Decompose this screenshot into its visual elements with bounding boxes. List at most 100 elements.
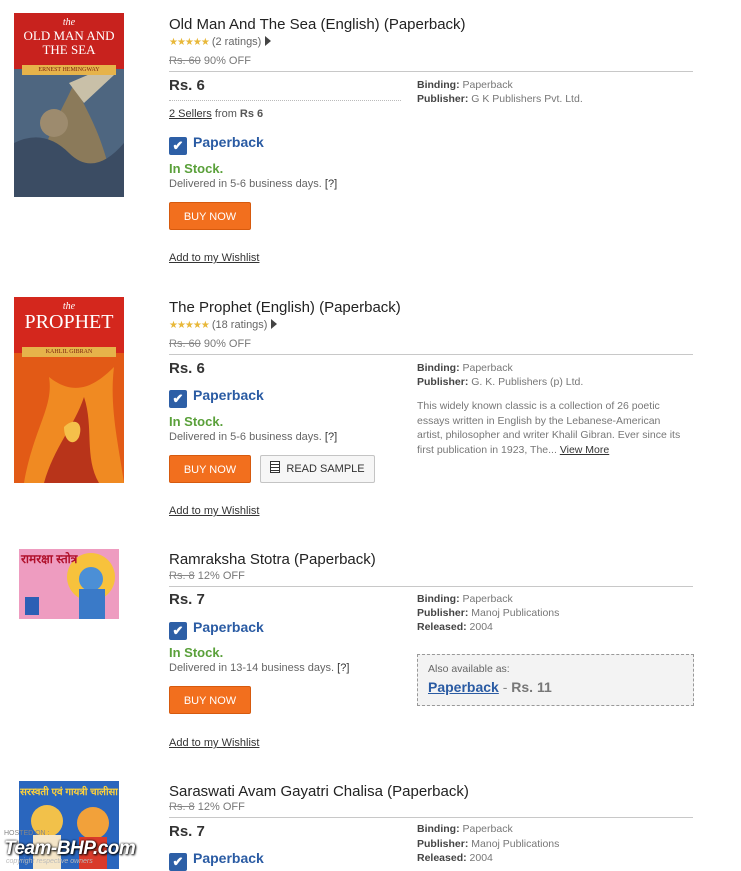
buy-now-button[interactable]: BUY NOW: [169, 202, 251, 230]
discount: 12% OFF: [197, 570, 245, 582]
book-cover-image[interactable]: रामरक्षा स्तोत्र: [19, 549, 119, 619]
selling-price: Rs. 6: [169, 77, 205, 94]
help-link[interactable]: [?]: [325, 178, 337, 190]
discount: 90% OFF: [203, 55, 251, 67]
released-label: Released:: [417, 852, 467, 864]
cover-author: ERNEST HEMINGWAY: [22, 65, 116, 75]
mrp-price: Rs. 60: [169, 338, 201, 350]
description-text: This widely known classic is a collectio…: [417, 400, 681, 456]
binding-label: Binding:: [417, 593, 460, 605]
mrp-price: Rs. 8: [169, 570, 195, 582]
view-more-link[interactable]: View More: [560, 444, 609, 456]
publisher-info: Publisher: G. K. Publishers (p) Ltd.: [417, 375, 583, 389]
delivery-info: Delivered in 5-6 business days. [?]: [169, 178, 337, 190]
stock-status: In Stock.: [169, 414, 224, 429]
checkbox-checked-icon[interactable]: ✔: [169, 390, 187, 408]
read-sample-label: READ SAMPLE: [286, 463, 365, 475]
product-title[interactable]: Old Man And The Sea (English) (Paperback…: [169, 16, 466, 33]
publisher-info: Publisher: Manoj Publications: [417, 837, 559, 851]
binding-value: Paperback: [462, 823, 513, 835]
rating[interactable]: ★★★★★ (2 ratings): [169, 36, 272, 48]
dotted-divider: [169, 100, 401, 101]
format-option[interactable]: ✔ Paperback: [169, 134, 264, 155]
format-label: Paperback: [193, 619, 264, 635]
stock-status: In Stock.: [169, 645, 224, 660]
publisher-info: Publisher: Manoj Publications: [417, 606, 559, 620]
binding-info: Binding: Paperback: [417, 822, 513, 836]
product-title[interactable]: Ramraksha Stotra (Paperback): [169, 551, 376, 568]
rating-stars-icon: ★★★★★: [169, 320, 210, 331]
selling-price: Rs. 7: [169, 591, 205, 608]
watermark-line1: HOSTED ON :: [4, 830, 50, 837]
product-title[interactable]: The Prophet (English) (Paperback): [169, 299, 401, 316]
also-available-format-link[interactable]: Paperback: [428, 679, 499, 695]
wishlist-link[interactable]: Add to my Wishlist: [169, 505, 259, 517]
buy-now-button[interactable]: BUY NOW: [169, 686, 251, 714]
divider: [169, 71, 693, 72]
released-value: 2004: [469, 621, 493, 633]
product-item: रामरक्षा स्तोत्र Ramraksha Stotra (Paper…: [0, 535, 741, 765]
selling-price: Rs. 6: [169, 360, 205, 377]
delivery-text: Delivered in 13-14 business days.: [169, 662, 335, 674]
publisher-label: Publisher:: [417, 607, 469, 619]
help-link[interactable]: [?]: [325, 431, 337, 443]
also-available-price: Rs. 11: [511, 679, 552, 695]
released-info: Released: 2004: [417, 851, 493, 865]
discount: 90% OFF: [203, 338, 251, 350]
book-cover-image[interactable]: the PROPHET KAHLIL GIBRAN: [14, 297, 124, 483]
separator: -: [498, 679, 512, 695]
cover-title: रामरक्षा स्तोत्र: [21, 552, 78, 566]
sellers-from: from: [214, 108, 237, 120]
sellers-price: Rs 6: [239, 108, 264, 120]
format-option[interactable]: ✔ Paperback: [169, 619, 264, 640]
format-option[interactable]: ✔ Paperback: [169, 387, 264, 408]
help-link[interactable]: [?]: [337, 662, 349, 674]
discount: 12% OFF: [197, 801, 245, 813]
divider: [169, 354, 693, 355]
book-cover-image[interactable]: the OLD MAN AND THE SEA ERNEST HEMINGWAY: [14, 13, 124, 197]
cover-title: OLD MAN AND THE SEA: [23, 28, 115, 57]
read-sample-button[interactable]: READ SAMPLE: [260, 455, 375, 483]
format-label: Paperback: [193, 134, 264, 150]
watermark-logo: HOSTED ON : Team-BHP.com copyright respe…: [4, 830, 204, 866]
binding-label: Binding:: [417, 79, 460, 91]
cover-title: सरस्वती एवं गायत्री चालीसा: [20, 787, 118, 798]
binding-value: Paperback: [462, 362, 513, 374]
binding-label: Binding:: [417, 823, 460, 835]
stock-status: In Stock.: [169, 161, 224, 176]
cover-title: PROPHET: [24, 311, 114, 333]
publisher-value: Manoj Publications: [471, 838, 560, 850]
released-value: 2004: [469, 852, 493, 864]
binding-info: Binding: Paperback: [417, 592, 513, 606]
also-available-option: Paperback - Rs. 11: [428, 679, 552, 695]
product-title[interactable]: Saraswati Avam Gayatri Chalisa (Paperbac…: [169, 783, 469, 800]
cover-text-top: the: [62, 17, 76, 28]
price-line: Rs. 60 90% OFF: [169, 338, 251, 350]
checkbox-checked-icon[interactable]: ✔: [169, 137, 187, 155]
delivery-info: Delivered in 13-14 business days. [?]: [169, 662, 349, 674]
expand-arrow-icon[interactable]: [271, 319, 278, 329]
sellers-link[interactable]: 2 Sellers: [169, 108, 212, 120]
binding-value: Paperback: [462, 79, 513, 91]
publisher-value: G. K. Publishers (p) Ltd.: [471, 376, 584, 388]
cover-author: KAHLIL GIBRAN: [22, 347, 116, 357]
binding-info: Binding: Paperback: [417, 78, 513, 92]
rating[interactable]: ★★★★★ (18 ratings): [169, 319, 278, 331]
delivery-text: Delivered in 5-6 business days.: [169, 178, 322, 190]
released-label: Released:: [417, 621, 467, 633]
product-item: the PROPHET KAHLIL GIBRAN The Prophet (E…: [0, 283, 741, 533]
delivery-text: Delivered in 5-6 business days.: [169, 431, 322, 443]
binding-label: Binding:: [417, 362, 460, 374]
checkbox-checked-icon[interactable]: ✔: [169, 622, 187, 640]
wishlist-link[interactable]: Add to my Wishlist: [169, 252, 259, 264]
buy-now-button[interactable]: BUY NOW: [169, 455, 251, 483]
delivery-info: Delivered in 5-6 business days. [?]: [169, 431, 337, 443]
expand-arrow-icon[interactable]: [265, 36, 272, 46]
wishlist-link[interactable]: Add to my Wishlist: [169, 737, 259, 749]
ratings-count: (2 ratings): [211, 36, 262, 48]
released-info: Released: 2004: [417, 620, 493, 634]
publisher-label: Publisher:: [417, 838, 469, 850]
watermark-brand: Team-BHP.com: [4, 838, 136, 859]
divider: [169, 586, 693, 587]
product-item: the OLD MAN AND THE SEA ERNEST HEMINGWAY…: [0, 0, 741, 280]
